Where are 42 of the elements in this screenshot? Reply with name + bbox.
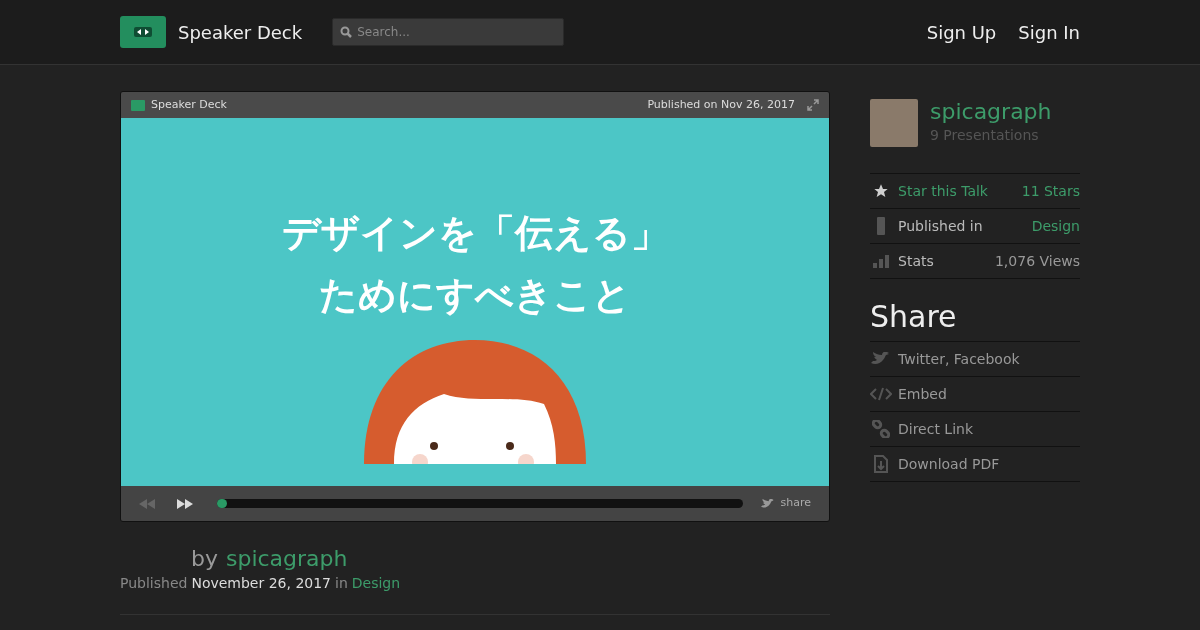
share-option[interactable]: Download PDF [898,453,1000,475]
meta-value: 1,076 Views [994,251,1080,271]
publish-date: November 26, 2017 [191,574,332,593]
share-option[interactable]: Embed [898,383,947,405]
code-icon [870,387,892,401]
search-icon [340,26,353,38]
player-brand: Speaker Deck [151,96,227,113]
in-label: in [335,574,348,593]
bird-icon [871,352,891,366]
document-download-icon [874,455,888,473]
nav-link[interactable]: Sign Up [926,18,997,46]
slide-title: ためにすべきこと [319,272,631,319]
category-link[interactable]: Design [351,573,401,594]
brand-link[interactable]: Speaker Deck [178,18,303,46]
meta-label: Stats [898,251,934,271]
share-link[interactable]: share [780,495,811,512]
link-icon [872,420,890,438]
progress-track[interactable] [217,499,743,508]
published-label: Published [120,574,188,593]
publish-date: Published on Nov 26, 2017 [647,96,795,113]
nav-link[interactable]: Sign In [1018,18,1080,46]
meta-label: Published in [898,216,983,236]
fast-forward-icon[interactable] [177,498,193,509]
logo-icon [131,99,145,111]
slide-title: デザインを「伝える」 [281,210,669,257]
bookmark-icon [876,217,886,235]
meta-value: 11 Stars [1021,181,1080,201]
author-link[interactable]: spicagraph [930,99,1052,125]
author-link[interactable]: spicagraph [226,542,348,575]
meta-value[interactable]: Design [1031,215,1080,237]
logo-icon[interactable] [120,16,166,48]
star-icon [873,183,889,199]
rewind-icon[interactable] [139,498,155,509]
fullscreen-icon[interactable] [807,99,819,111]
share-option[interactable]: Twitter, Facebook [898,348,1020,370]
bar-chart-icon [873,254,889,268]
share-heading: Share [870,298,958,336]
bird-icon [760,498,775,509]
search-field[interactable]: Search... [332,18,565,46]
byline-text: by [191,545,218,573]
star-link[interactable]: Star this Talk [898,180,988,202]
share-option[interactable]: Direct Link [898,418,974,440]
